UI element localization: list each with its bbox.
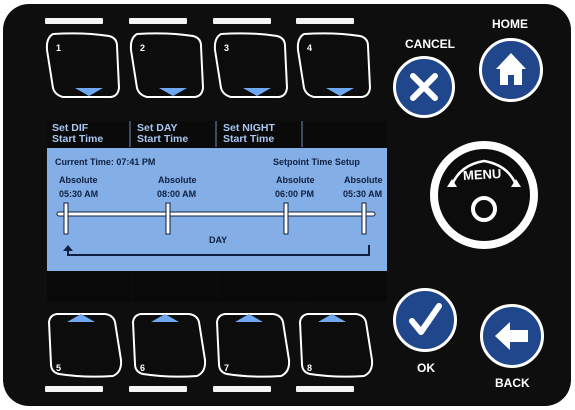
softkey-number: 5 — [56, 363, 62, 373]
indicator-bar-3 — [213, 18, 271, 24]
lcd-softkey-slot-7 — [219, 273, 303, 302]
timeline-bar — [56, 211, 376, 217]
timeline-marker-4 — [361, 202, 367, 235]
softkey-number: 3 — [224, 43, 230, 53]
up-arrow-icon — [63, 245, 73, 251]
tab-set-dif[interactable]: Set DIF Start Time — [47, 121, 131, 147]
softkey-outline — [296, 32, 372, 98]
softkey-number: 6 — [140, 363, 146, 373]
indicator-bar-4 — [296, 18, 354, 24]
softkey-outline — [213, 32, 289, 98]
menu-knob[interactable]: MENU — [430, 141, 538, 249]
circle-icon — [471, 196, 497, 222]
controller-panel: 1 2 3 4 Set DIF Start Time Set DAY Start… — [3, 4, 571, 406]
softkey-number: 8 — [307, 363, 313, 373]
menu-label: MENU — [462, 166, 502, 183]
indicator-bar-5 — [45, 386, 103, 392]
period-label: DAY — [209, 235, 228, 245]
lcd-softkey-slot-6 — [133, 273, 217, 302]
house-icon — [496, 53, 526, 85]
softkey-8[interactable]: 8 — [294, 310, 376, 380]
softkey-6[interactable]: 6 — [127, 310, 209, 380]
tab-set-day[interactable]: Set DAY Start Time — [132, 121, 217, 147]
indicator-bar-2 — [129, 18, 187, 24]
cancel-button[interactable] — [393, 56, 455, 118]
softkey-7[interactable]: 7 — [211, 310, 293, 380]
ok-label: OK — [417, 361, 435, 375]
lcd-main-area: Current Time: 07:41 PM Setpoint Time Set… — [47, 148, 387, 271]
rotate-arrows-icon — [447, 159, 521, 222]
lcd-softkey-slot-5 — [47, 273, 131, 302]
indicator-bar-7 — [213, 386, 271, 392]
softkey-number: 2 — [140, 43, 146, 53]
arrow-left-icon — [495, 322, 528, 350]
indicator-bar-1 — [45, 18, 103, 24]
softkey-5[interactable]: 5 — [43, 310, 125, 380]
back-label: BACK — [495, 376, 530, 390]
tab-line2: Start Time — [223, 133, 275, 145]
softkey-4[interactable]: 4 — [294, 30, 376, 100]
lcd-screen: Set DIF Start Time Set DAY Start Time Se… — [47, 121, 387, 302]
checkmark-icon — [409, 303, 442, 335]
softkey-3[interactable]: 3 — [211, 30, 293, 100]
timeline-graphic — [56, 202, 376, 256]
day-bracket — [67, 245, 370, 256]
tab-line2: Start Time — [52, 133, 104, 145]
softkey-outline — [129, 32, 205, 98]
softkey-number: 7 — [224, 363, 230, 373]
tab-line2: Start Time — [137, 133, 189, 145]
home-label: HOME — [492, 17, 528, 31]
back-button[interactable] — [480, 304, 544, 368]
softkey-2[interactable]: 2 — [127, 30, 209, 100]
tab-empty[interactable] — [304, 121, 387, 147]
timeline-marker-1 — [63, 202, 69, 235]
softkey-number: 1 — [56, 43, 62, 53]
timeline-marker-3 — [283, 202, 289, 235]
softkey-number: 4 — [307, 43, 313, 53]
home-button[interactable] — [479, 38, 543, 102]
ok-button[interactable] — [393, 288, 457, 352]
softkey-1[interactable]: 1 — [43, 30, 125, 100]
indicator-bar-6 — [129, 386, 187, 392]
tab-set-night[interactable]: Set NIGHT Start Time — [218, 121, 303, 147]
timeline-marker-2 — [165, 202, 171, 235]
x-icon — [410, 73, 438, 101]
indicator-bar-8 — [296, 386, 354, 392]
softkey-outline — [45, 32, 121, 98]
cancel-label: CANCEL — [405, 37, 455, 51]
lcd-softkey-slot-8 — [305, 273, 387, 302]
